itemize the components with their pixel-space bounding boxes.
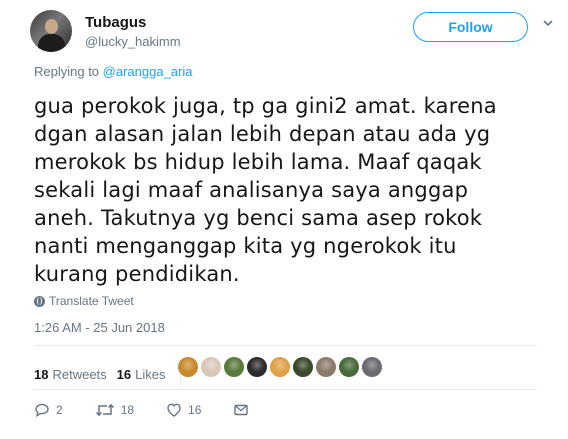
liker-avatar[interactable] <box>339 357 359 377</box>
timestamp[interactable]: 1:26 AM - 25 Jun 2018 <box>34 320 165 335</box>
liker-avatar[interactable] <box>316 357 336 377</box>
tweet-header: Tubagus @lucky_hakimm Follow <box>30 10 553 52</box>
tweet-text: gua perokok juga, tp ga gini2 amat. kare… <box>34 92 549 288</box>
liker-avatar[interactable] <box>293 357 313 377</box>
like-button[interactable]: 16 <box>166 402 201 418</box>
avatar-body <box>38 34 65 52</box>
envelope-icon <box>234 404 249 416</box>
retweets-label: Retweets <box>52 366 107 382</box>
retweet-button[interactable]: 18 <box>95 402 134 418</box>
tweet-line: merokok bs hidup lebih lama. Maaf qaqak <box>34 150 482 174</box>
like-count: 16 <box>188 403 202 417</box>
heart-icon <box>167 403 181 417</box>
liker-avatar[interactable] <box>362 357 382 377</box>
follow-button[interactable]: Follow <box>413 12 528 42</box>
reply-count: 2 <box>56 403 63 417</box>
avatar[interactable] <box>30 10 72 52</box>
tweet-stats: 18 Retweets 16 Likes <box>34 360 189 388</box>
user-handle[interactable]: @lucky_hakimm <box>85 34 181 49</box>
retweets-count: 18 <box>34 366 49 382</box>
likes-count: 16 <box>116 366 132 382</box>
retweet-count: 18 <box>120 403 135 417</box>
liker-avatar[interactable] <box>201 357 221 377</box>
translate-label: Translate Tweet <box>49 294 134 308</box>
tweet-line: gua perokok juga, tp ga gini2 amat. kare… <box>34 94 497 118</box>
tweet-line: nanti menganggap kita yg ngerokok itu <box>34 234 457 258</box>
globe-icon <box>34 295 45 307</box>
direct-message-button[interactable] <box>233 402 255 418</box>
replying-to: Replying to @arangga_aria <box>34 64 193 79</box>
user-name[interactable]: Tubagus <box>85 14 146 31</box>
liker-avatar[interactable] <box>178 357 198 377</box>
retweets-stat[interactable]: 18 Retweets <box>34 367 107 382</box>
tweet-line: sekali lagi maaf analisanya saya anggap <box>34 178 469 202</box>
translate-tweet[interactable]: Translate Tweet <box>34 294 134 308</box>
reply-button[interactable]: 2 <box>34 402 63 418</box>
replying-prefix: Replying to <box>34 64 100 79</box>
retweet-icon <box>95 403 114 417</box>
liker-avatar[interactable] <box>247 357 267 377</box>
reply-icon <box>35 403 49 417</box>
likes-label: Likes <box>135 366 166 382</box>
liker-avatar[interactable] <box>224 357 244 377</box>
tweet-line: aneh. Takutnya yg benci sama asep rokok <box>34 206 483 230</box>
avatar-face <box>45 19 58 34</box>
replying-to-link[interactable]: @arangga_aria <box>103 64 193 79</box>
tweet-line: kurang pendidikan. <box>34 262 240 286</box>
tweet-line: dgan alasan jalan lebih depan atau ada y… <box>34 122 491 146</box>
divider <box>34 389 537 390</box>
likes-stat[interactable]: 16 Likes <box>117 367 166 382</box>
chevron-down-icon[interactable] <box>543 18 553 28</box>
tweet-actions: 2 18 16 <box>34 402 287 418</box>
liker-avatars <box>178 357 382 377</box>
divider <box>34 345 537 346</box>
liker-avatar[interactable] <box>270 357 290 377</box>
